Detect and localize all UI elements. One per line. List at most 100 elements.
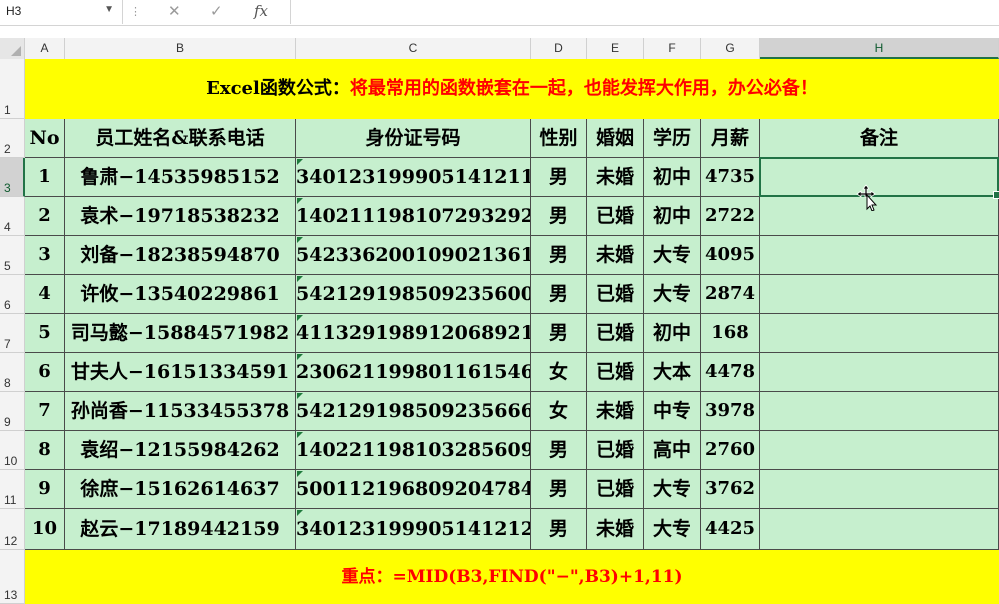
- cell-salary[interactable]: 4425: [701, 509, 760, 550]
- cell-no[interactable]: 3: [25, 236, 65, 275]
- cell-name-phone[interactable]: 刘备−18238594870: [65, 236, 296, 275]
- cell-education[interactable]: 初中: [644, 314, 701, 353]
- column-header-h[interactable]: H: [760, 38, 999, 59]
- cell-marital[interactable]: 未婚: [587, 509, 644, 550]
- cell-no[interactable]: 5: [25, 314, 65, 353]
- row-header-10[interactable]: 10: [0, 431, 25, 470]
- cell-marital[interactable]: 已婚: [587, 314, 644, 353]
- header-marital[interactable]: 婚姻: [587, 119, 644, 158]
- cell-marital[interactable]: 已婚: [587, 353, 644, 392]
- cell-marital[interactable]: 已婚: [587, 470, 644, 509]
- cell-gender[interactable]: 女: [531, 353, 587, 392]
- cancel-icon[interactable]: ✕: [168, 2, 181, 20]
- cell-id-number[interactable]: 542129198509235600: [296, 275, 531, 314]
- cell-marital[interactable]: 已婚: [587, 275, 644, 314]
- row-header-8[interactable]: 8: [0, 353, 25, 392]
- row-header-6[interactable]: 6: [0, 275, 25, 314]
- cell-salary[interactable]: 2874: [701, 275, 760, 314]
- row-header-7[interactable]: 7: [0, 314, 25, 353]
- row-header-4[interactable]: 4: [0, 197, 25, 236]
- cell-education[interactable]: 初中: [644, 158, 701, 197]
- cell-gender[interactable]: 男: [531, 509, 587, 550]
- cell-no[interactable]: 10: [25, 509, 65, 550]
- row-header-12[interactable]: 12: [0, 509, 25, 550]
- cell-gender[interactable]: 男: [531, 314, 587, 353]
- row-header-3[interactable]: 3: [0, 158, 25, 197]
- cell-gender[interactable]: 男: [531, 431, 587, 470]
- cell-id-number[interactable]: 542336200109021361: [296, 236, 531, 275]
- cell-gender[interactable]: 男: [531, 275, 587, 314]
- cell-marital[interactable]: 已婚: [587, 197, 644, 236]
- column-header-e[interactable]: E: [587, 38, 644, 59]
- row-header-9[interactable]: 9: [0, 392, 25, 431]
- cell-name-phone[interactable]: 徐庶−15162614637: [65, 470, 296, 509]
- row-header-5[interactable]: 5: [0, 236, 25, 275]
- column-header-f[interactable]: F: [644, 38, 701, 59]
- row-header-13[interactable]: 13: [0, 550, 25, 604]
- cell-remark[interactable]: [760, 314, 999, 353]
- chevron-down-icon[interactable]: ▼: [104, 4, 114, 15]
- cell-remark[interactable]: [760, 509, 999, 550]
- sheet-title[interactable]: Excel函数公式：将最常用的函数嵌套在一起，也能发挥大作用，办公必备！: [25, 59, 999, 119]
- cell-no[interactable]: 2: [25, 197, 65, 236]
- cell-id-number[interactable]: 411329198912068921: [296, 314, 531, 353]
- column-header-b[interactable]: B: [65, 38, 296, 59]
- cell-salary[interactable]: 2760: [701, 431, 760, 470]
- cell-gender[interactable]: 男: [531, 236, 587, 275]
- cell-id-number[interactable]: 140221198103285609: [296, 431, 531, 470]
- cell-no[interactable]: 6: [25, 353, 65, 392]
- cell-name-phone[interactable]: 袁术−19718538232: [65, 197, 296, 236]
- cell-salary[interactable]: 2722: [701, 197, 760, 236]
- formula-input[interactable]: [290, 0, 999, 24]
- header-id-number[interactable]: 身份证号码: [296, 119, 531, 158]
- cell-no[interactable]: 9: [25, 470, 65, 509]
- row-header-11[interactable]: 11: [0, 470, 25, 509]
- cell-no[interactable]: 4: [25, 275, 65, 314]
- cell-name-phone[interactable]: 赵云−17189442159: [65, 509, 296, 550]
- cell-id-number[interactable]: 340123199905141211: [296, 158, 531, 197]
- cell-no[interactable]: 1: [25, 158, 65, 197]
- cell-education[interactable]: 初中: [644, 197, 701, 236]
- formula-note[interactable]: 重点：=MID(B3,FIND("−",B3)+1,11): [25, 550, 999, 604]
- cell-remark[interactable]: [760, 431, 999, 470]
- column-header-a[interactable]: A: [25, 38, 65, 59]
- cell-remark[interactable]: [760, 470, 999, 509]
- cell-no[interactable]: 8: [25, 431, 65, 470]
- cell-name-phone[interactable]: 许攸−13540229861: [65, 275, 296, 314]
- cell-id-number[interactable]: 340123199905141212: [296, 509, 531, 550]
- cell-id-number[interactable]: 140211198107293292: [296, 197, 531, 236]
- cell-id-number[interactable]: 500112196809204784: [296, 470, 531, 509]
- cell-name-phone[interactable]: 司马懿−15884571982: [65, 314, 296, 353]
- row-header-1[interactable]: 1: [0, 59, 25, 119]
- cell-name-phone[interactable]: 甘夫人−16151334591: [65, 353, 296, 392]
- cell-salary[interactable]: 3762: [701, 470, 760, 509]
- column-header-c[interactable]: C: [296, 38, 531, 59]
- cell-marital[interactable]: 未婚: [587, 392, 644, 431]
- cell-id-number[interactable]: 230621199801161546: [296, 353, 531, 392]
- header-gender[interactable]: 性别: [531, 119, 587, 158]
- row-header-2[interactable]: 2: [0, 119, 25, 158]
- cell-salary[interactable]: 4478: [701, 353, 760, 392]
- cell-education[interactable]: 大专: [644, 470, 701, 509]
- cell-gender[interactable]: 男: [531, 197, 587, 236]
- cell-gender[interactable]: 男: [531, 158, 587, 197]
- cell-education[interactable]: 大专: [644, 275, 701, 314]
- cell-education[interactable]: 中专: [644, 392, 701, 431]
- cell-remark[interactable]: [760, 353, 999, 392]
- cell-salary[interactable]: 4095: [701, 236, 760, 275]
- cell-id-number[interactable]: 542129198509235666: [296, 392, 531, 431]
- cell-education[interactable]: 大专: [644, 236, 701, 275]
- header-remark[interactable]: 备注: [760, 119, 999, 158]
- cell-salary[interactable]: 4735: [701, 158, 760, 197]
- cell-gender[interactable]: 男: [531, 470, 587, 509]
- cell-education[interactable]: 大专: [644, 509, 701, 550]
- cell-remark[interactable]: [760, 275, 999, 314]
- insert-function-icon[interactable]: fx: [254, 2, 268, 20]
- header-education[interactable]: 学历: [644, 119, 701, 158]
- more-options-icon[interactable]: ⋮: [130, 5, 141, 18]
- cell-salary[interactable]: 3978: [701, 392, 760, 431]
- cell-education[interactable]: 大本: [644, 353, 701, 392]
- enter-icon[interactable]: ✓: [210, 2, 223, 20]
- cell-marital[interactable]: 已婚: [587, 431, 644, 470]
- header-name-phone[interactable]: 员工姓名&联系电话: [65, 119, 296, 158]
